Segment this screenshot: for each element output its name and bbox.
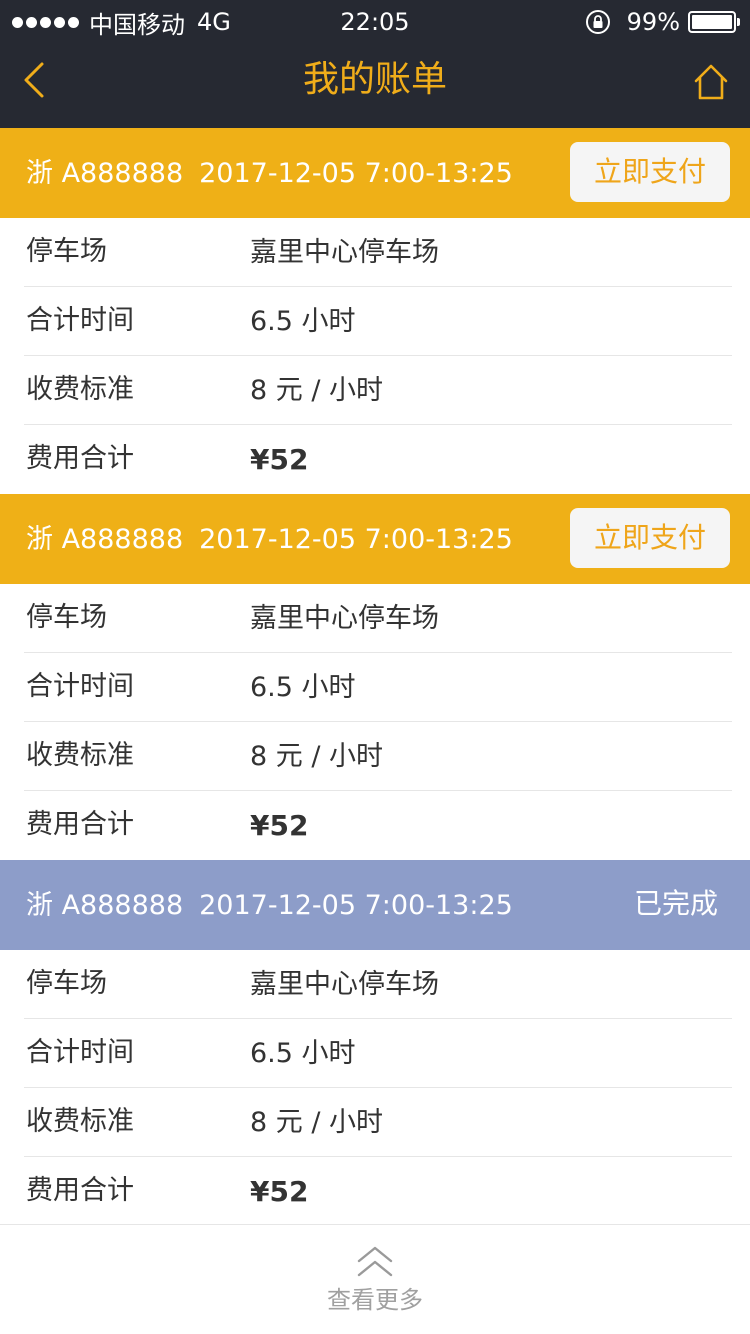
bill-summary: 浙 A888888 2017-12-05 7:00-13:25 <box>26 888 513 924</box>
row-value: 8 元 / 小时 <box>250 741 384 772</box>
bill-header: 浙 A888888 2017-12-05 7:00-13:25 立即支付 <box>0 128 750 218</box>
row-label: 停车场 <box>26 602 107 633</box>
view-more-link[interactable]: 查看更多 <box>0 1283 750 1317</box>
license-plate: 浙 A888888 <box>26 524 184 555</box>
rotation-lock-icon <box>585 10 610 34</box>
detail-row-rate: 收费标准 8 元 / 小时 <box>24 722 732 791</box>
total-fee-value: ¥52 <box>250 1175 309 1208</box>
bill-header: 浙 A888888 2017-12-05 7:00-13:25 已完成 <box>0 860 750 950</box>
page-title: 我的账单 <box>302 59 447 100</box>
bill-header: 浙 A888888 2017-12-05 7:00-13:25 立即支付 <box>0 494 750 584</box>
bill-details: 停车场 嘉里中心停车场 合计时间 6.5 小时 收费标准 8 元 / 小时 费用… <box>0 218 750 494</box>
detail-row-rate: 收费标准 8 元 / 小时 <box>24 1088 732 1157</box>
top-bar: 中国移动 4G 22:05 99% 我的账单 <box>0 0 750 128</box>
row-label: 合计时间 <box>26 671 134 702</box>
bill-summary: 浙 A888888 2017-12-05 7:00-13:25 <box>26 522 513 558</box>
license-plate: 浙 A888888 <box>26 890 184 921</box>
detail-row-total-time: 合计时间 6.5 小时 <box>24 653 732 722</box>
bill-details: 停车场 嘉里中心停车场 合计时间 6.5 小时 收费标准 8 元 / 小时 费用… <box>0 950 750 1226</box>
completed-status-label: 已完成 <box>633 887 718 920</box>
load-more-footer[interactable]: 查看更多 <box>0 1224 750 1334</box>
total-fee-value: ¥52 <box>250 809 309 842</box>
row-label: 费用合计 <box>26 443 134 474</box>
detail-row-total-time: 合计时间 6.5 小时 <box>24 287 732 356</box>
row-label: 停车场 <box>26 968 107 999</box>
parking-time-range: 2017-12-05 7:00-13:25 <box>199 524 513 555</box>
pay-now-button[interactable]: 立即支付 <box>570 142 730 202</box>
row-label: 费用合计 <box>26 809 134 840</box>
status-bar-right: 99% <box>585 6 740 38</box>
row-label: 合计时间 <box>26 305 134 336</box>
nav-bar: 我的账单 <box>0 44 750 128</box>
row-value: 嘉里中心停车场 <box>250 969 439 1000</box>
row-value: 嘉里中心停车场 <box>250 237 439 268</box>
row-value: 8 元 / 小时 <box>250 375 384 406</box>
pay-now-button[interactable]: 立即支付 <box>570 508 730 568</box>
row-value: 6.5 小时 <box>250 1038 356 1069</box>
row-value: 8 元 / 小时 <box>250 1107 384 1138</box>
bill-list: 浙 A888888 2017-12-05 7:00-13:25 立即支付 停车场 … <box>0 128 750 1226</box>
battery-percent: 99% <box>626 8 680 36</box>
row-label: 合计时间 <box>26 1037 134 1068</box>
bill-summary: 浙 A888888 2017-12-05 7:00-13:25 <box>26 156 513 192</box>
row-label: 收费标准 <box>26 1106 134 1137</box>
total-fee-value: ¥52 <box>250 443 309 476</box>
bill-card: 浙 A888888 2017-12-05 7:00-13:25 立即支付 停车场 … <box>0 494 750 860</box>
detail-row-parking-lot: 停车场 嘉里中心停车场 <box>24 950 732 1019</box>
double-chevron-up-icon[interactable] <box>356 1245 394 1279</box>
row-value: 6.5 小时 <box>250 672 356 703</box>
detail-row-parking-lot: 停车场 嘉里中心停车场 <box>24 218 732 287</box>
row-label: 费用合计 <box>26 1175 134 1206</box>
row-value: 嘉里中心停车场 <box>250 603 439 634</box>
parking-time-range: 2017-12-05 7:00-13:25 <box>199 158 513 189</box>
license-plate: 浙 A888888 <box>26 158 184 189</box>
detail-row-total-fee: 费用合计 ¥52 <box>24 791 732 860</box>
detail-row-parking-lot: 停车场 嘉里中心停车场 <box>24 584 732 653</box>
row-label: 收费标准 <box>26 740 134 771</box>
detail-row-total-time: 合计时间 6.5 小时 <box>24 1019 732 1088</box>
row-label: 收费标准 <box>26 374 134 405</box>
detail-row-total-fee: 费用合计 ¥52 <box>24 1157 732 1226</box>
row-value: 6.5 小时 <box>250 306 356 337</box>
bill-details: 停车场 嘉里中心停车场 合计时间 6.5 小时 收费标准 8 元 / 小时 费用… <box>0 584 750 860</box>
row-label: 停车场 <box>26 236 107 267</box>
parking-time-range: 2017-12-05 7:00-13:25 <box>199 890 513 921</box>
bill-card: 浙 A888888 2017-12-05 7:00-13:25 已完成 停车场 嘉… <box>0 860 750 1226</box>
detail-row-rate: 收费标准 8 元 / 小时 <box>24 356 732 425</box>
battery-icon <box>688 11 740 33</box>
home-icon[interactable] <box>692 62 730 102</box>
status-bar: 中国移动 4G 22:05 99% <box>0 0 750 44</box>
bill-card: 浙 A888888 2017-12-05 7:00-13:25 立即支付 停车场 … <box>0 128 750 494</box>
detail-row-total-fee: 费用合计 ¥52 <box>24 425 732 494</box>
